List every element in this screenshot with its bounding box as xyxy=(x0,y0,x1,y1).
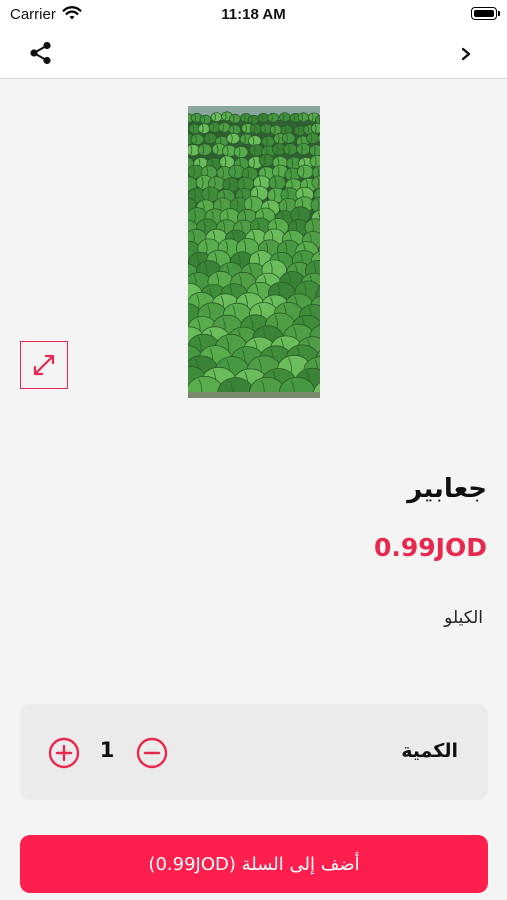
product-image xyxy=(188,106,320,398)
status-bar: Carrier 11:18 AM xyxy=(0,0,507,30)
nav-bar xyxy=(0,30,507,79)
increase-quantity-button[interactable] xyxy=(48,737,80,769)
share-icon[interactable] xyxy=(28,40,54,66)
product-unit: الكيلو xyxy=(444,608,483,628)
decrease-quantity-button[interactable] xyxy=(136,737,168,769)
expand-arrows-icon xyxy=(33,354,55,376)
plus-circle-icon xyxy=(48,737,80,769)
quantity-label: الكمية xyxy=(401,740,458,762)
quantity-value: 1 xyxy=(99,738,115,762)
minus-circle-icon xyxy=(136,737,168,769)
product-name: جعابير xyxy=(407,474,487,504)
chevron-right-icon[interactable] xyxy=(459,43,473,65)
expand-image-button[interactable] xyxy=(20,341,68,389)
add-to-cart-button[interactable]: أضف إلى السلة (0.99JOD) xyxy=(20,835,488,893)
product-price: 0.99JOD xyxy=(374,533,487,562)
battery-icon xyxy=(471,7,500,20)
status-time: 11:18 AM xyxy=(221,6,286,23)
add-to-cart-label: أضف إلى السلة (0.99JOD) xyxy=(148,853,360,875)
quantity-card: الكمية 1 xyxy=(20,704,488,800)
